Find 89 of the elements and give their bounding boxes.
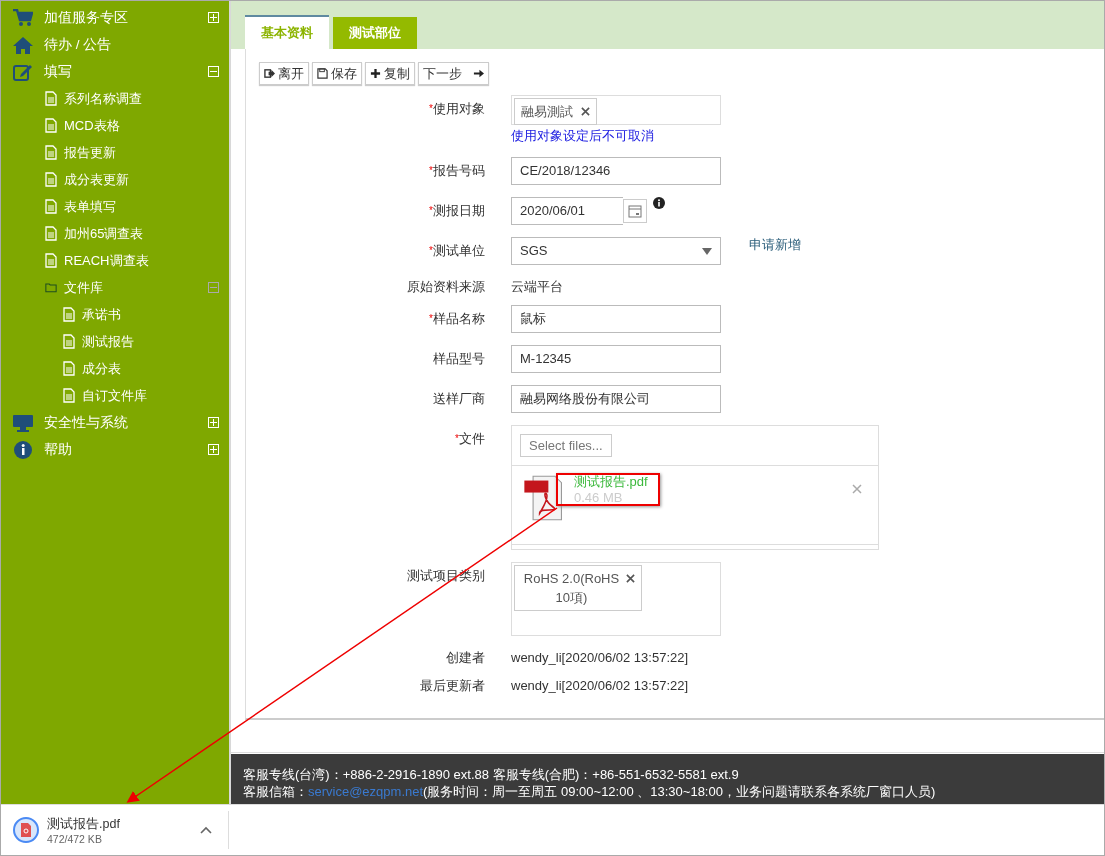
remove-icon[interactable]: [580, 107, 590, 117]
document-icon: [45, 172, 57, 187]
document-icon: [45, 118, 57, 133]
sidebar-item[interactable]: 报告更新: [64, 143, 219, 162]
info-icon: [13, 440, 33, 459]
edit-icon: [13, 62, 33, 81]
dropdown-field[interactable]: SGS: [511, 237, 721, 266]
document-icon: [45, 145, 57, 160]
input-field[interactable]: M-12345: [511, 345, 721, 374]
input-field[interactable]: 融易网络股份有限公司: [511, 385, 721, 414]
apply-new-link[interactable]: 申请新增: [749, 237, 801, 254]
tab[interactable]: 基本资料: [245, 15, 329, 50]
document-icon: [63, 307, 75, 322]
select-files-button[interactable]: Select files...: [520, 434, 612, 458]
sidebar-item[interactable]: 加值服务专区: [44, 8, 208, 27]
sidebar-item[interactable]: REACH调查表: [64, 251, 219, 270]
dropdown-caret-icon: [702, 248, 712, 256]
field-label: *使用对象: [428, 100, 486, 119]
field-label: 送样厂商: [432, 390, 486, 409]
sidebar-item[interactable]: 承诺书: [82, 305, 219, 324]
email-link[interactable]: service@ezqpm.net: [308, 784, 424, 799]
sidebar-item[interactable]: 加州65调查表: [64, 224, 219, 243]
field-label: *测试单位: [428, 242, 486, 261]
field-label: 最后更新者: [419, 677, 486, 696]
plus-icon: [370, 68, 381, 80]
toolbar-button[interactable]: 保存: [312, 62, 362, 86]
sidebar-item[interactable]: 测试报告: [82, 332, 219, 351]
sidebar-item[interactable]: 待办 / 公告: [44, 35, 219, 54]
exit-icon: [264, 68, 275, 80]
document-icon: [63, 334, 75, 349]
folder-icon: [45, 280, 57, 295]
hint-text: 使用对象设定后不可取消: [511, 127, 655, 146]
tag-chip: RoHS 2.0(RoHS 10項): [514, 565, 642, 612]
sidebar-item[interactable]: 系列名称调查: [64, 89, 219, 108]
document-icon: [45, 91, 57, 106]
toolbar-button[interactable]: 离开: [259, 62, 309, 86]
download-file-name: 测试报告.pdf: [47, 815, 121, 833]
input-field[interactable]: CE/2018/12346: [511, 157, 721, 186]
field-label: 样品型号: [432, 350, 486, 369]
arrow-right-icon: [473, 68, 484, 80]
field-label: *报告号码: [428, 162, 486, 181]
support-hotline-text: 客服专线(台湾)：+886-2-2916-1890 ext.88 客服专线(合肥)：+86-551-6532-5581 ext.9: [243, 766, 740, 783]
date-field[interactable]: 2020/06/01: [511, 197, 623, 226]
calendar-icon: [628, 204, 642, 219]
tab[interactable]: 测试部位: [333, 17, 417, 50]
multiselect-field[interactable]: 融易測試: [511, 95, 721, 126]
info-icon: [653, 197, 665, 210]
sidebar-item[interactable]: 表单填写: [64, 197, 219, 216]
sidebar-item[interactable]: MCD表格: [64, 116, 219, 135]
field-label: *样品名称: [428, 310, 486, 329]
remove-icon[interactable]: [626, 574, 635, 584]
sidebar-item[interactable]: 自订文件库: [82, 386, 219, 405]
field-label: *文件: [454, 430, 486, 449]
field-value: wendy_li[2020/06/02 13:57:22]: [511, 677, 690, 696]
sidebar-item[interactable]: 帮助: [44, 440, 208, 459]
input-field[interactable]: 鼠标: [511, 305, 721, 334]
document-icon: [45, 226, 57, 241]
calendar-button[interactable]: [623, 199, 647, 224]
expand-toggle-icon[interactable]: [208, 282, 219, 293]
document-icon: [45, 253, 57, 268]
document-icon: [45, 199, 57, 214]
toolbar-button[interactable]: 下一步: [418, 62, 489, 86]
sidebar-item[interactable]: 成分表更新: [64, 170, 219, 189]
download-item[interactable]: 测试报告.pdf 472/472 KB: [1, 811, 229, 849]
sidebar-item[interactable]: 成分表: [82, 359, 219, 378]
field-value: 云端平台: [511, 278, 564, 297]
cart-icon: [13, 8, 33, 27]
pdf-file-icon: [21, 823, 31, 837]
sidebar-item[interactable]: 填写: [44, 62, 208, 81]
document-icon: [63, 361, 75, 376]
pdf-file-icon: [524, 474, 564, 523]
toolbar-button[interactable]: 复制: [365, 62, 415, 86]
service-hours-text: (服务时间：周一至周五 09:00~12:00 、13:30~18:00，业务问题请联系各系统厂窗口人员): [423, 784, 936, 799]
field-label: 创建者: [445, 649, 486, 668]
field-label: 原始资料来源: [406, 278, 486, 297]
support-email-label: 客服信箱：: [243, 784, 308, 799]
monitor-icon: [13, 413, 33, 432]
sidebar-item[interactable]: 安全性与系统: [44, 413, 208, 432]
chevron-up-icon[interactable]: [200, 826, 212, 834]
field-label: *测报日期: [428, 202, 486, 221]
document-icon: [63, 388, 75, 403]
sidebar-item[interactable]: 文件库: [64, 278, 208, 297]
tag-chip: 融易測試: [514, 98, 597, 126]
field-value: wendy_li[2020/06/02 13:57:22]: [511, 649, 690, 668]
save-icon: [317, 68, 328, 80]
file-name-link[interactable]: 测试报告.pdf: [574, 474, 648, 491]
multiselect-field[interactable]: RoHS 2.0(RoHS 10項): [511, 562, 721, 637]
download-progress: 472/472 KB: [47, 832, 103, 845]
home-icon: [13, 35, 33, 54]
